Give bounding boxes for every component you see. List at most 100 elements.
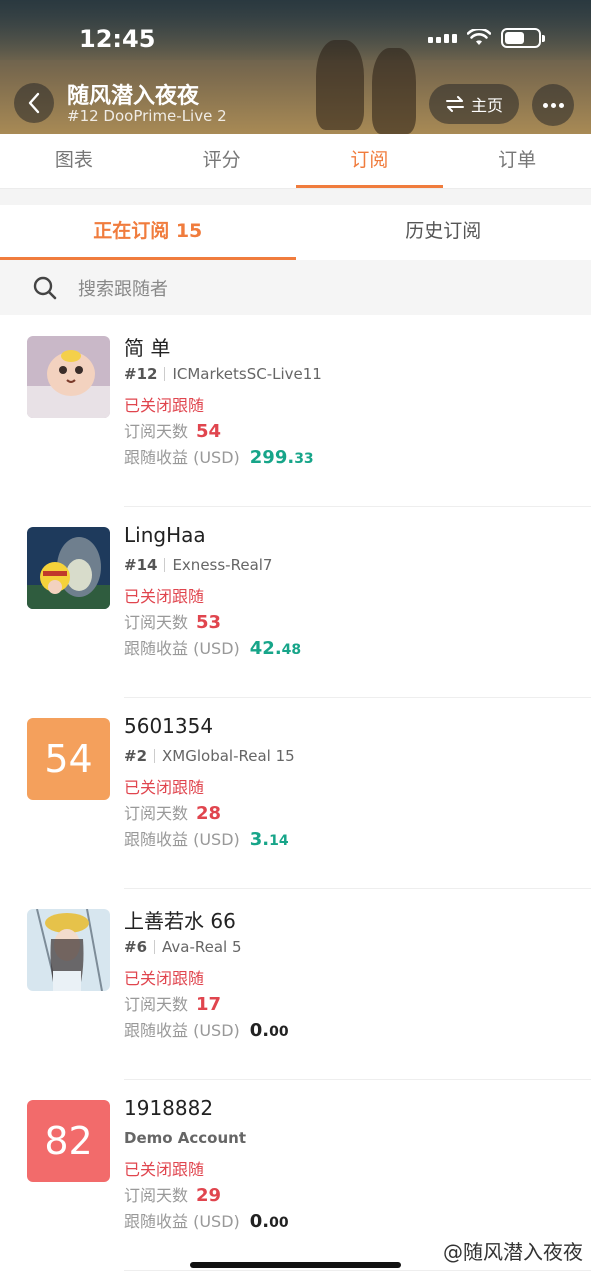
profit-value: 0.00	[249, 1020, 289, 1041]
follower-broker: Ava-Real 5	[162, 938, 242, 956]
page-subtitle: #12 DooPrime-Live 2	[67, 107, 227, 125]
section-divider	[0, 189, 591, 205]
back-button[interactable]	[14, 83, 54, 123]
list-item[interactable]: 54 5601354 #2 XMGlobal-Real 15 已关闭跟随 订阅天…	[0, 698, 591, 889]
battery-icon	[501, 28, 545, 48]
sub-tabs: 正在订阅 15 历史订阅	[0, 205, 591, 260]
search-input[interactable]: 搜索跟随者	[0, 260, 591, 315]
profit-label: 跟随收益 (USD)	[124, 448, 240, 467]
tab-orders[interactable]: 订单	[443, 134, 591, 188]
wifi-icon	[467, 29, 491, 45]
follower-broker: XMGlobal-Real 15	[162, 747, 295, 765]
follower-account: #12 ICMarketsSC-Live11	[124, 365, 322, 383]
follow-profit-row: 跟随收益 (USD) 299.33	[124, 444, 314, 468]
separator	[164, 558, 166, 572]
avatar-text: 54	[44, 737, 93, 781]
follower-rank: #14	[124, 556, 158, 574]
avatar	[27, 336, 110, 418]
subscription-days-row: 订阅天数 29	[124, 1182, 221, 1206]
profit-label: 跟随收益 (USD)	[124, 1021, 240, 1040]
days-value: 53	[196, 612, 222, 633]
watermark: @随风潜入夜夜	[443, 1240, 583, 1264]
follow-profit-row: 跟随收益 (USD) 3.14	[124, 826, 289, 850]
separator	[154, 940, 156, 954]
follower-rank: #12	[124, 365, 158, 383]
profit-label: 跟随收益 (USD)	[124, 639, 240, 658]
more-dot	[550, 102, 556, 108]
profit-value: 3.14	[249, 829, 289, 850]
profit-value: 299.33	[249, 447, 314, 468]
list-item[interactable]: 简 单 #12 ICMarketsSC-Live11 已关闭跟随 订阅天数 54…	[0, 316, 591, 507]
header-background-figure	[316, 40, 364, 130]
list-item[interactable]: 上善若水 66 #6 Ava-Real 5 已关闭跟随 订阅天数 17 跟随收益…	[0, 889, 591, 1080]
separator	[164, 367, 166, 381]
list-item[interactable]: LingHaa #14 Exness-Real7 已关闭跟随 订阅天数 53 跟…	[0, 507, 591, 698]
tab-chart[interactable]: 图表	[0, 134, 148, 188]
follower-account: Demo Account	[124, 1129, 246, 1147]
avatar: 82	[27, 1100, 110, 1182]
swap-icon	[445, 96, 464, 112]
days-value: 17	[196, 994, 222, 1015]
status-time: 12:45	[79, 25, 156, 53]
days-label: 订阅天数	[124, 1186, 189, 1205]
avatar	[27, 527, 110, 609]
follow-status: 已关闭跟随	[124, 587, 205, 606]
follow-status: 已关闭跟随	[124, 396, 205, 415]
tab-subscriptions[interactable]: 订阅	[295, 134, 444, 188]
home-button[interactable]: 主页	[429, 84, 519, 124]
more-button[interactable]	[532, 84, 574, 126]
days-label: 订阅天数	[124, 995, 189, 1014]
separator	[154, 749, 156, 763]
follower-name: 1918882	[124, 1096, 214, 1120]
tab-current-subscriptions[interactable]: 正在订阅 15	[0, 205, 296, 260]
profit-label: 跟随收益 (USD)	[124, 830, 240, 849]
subscription-days-row: 订阅天数 28	[124, 800, 221, 824]
subscription-days-row: 订阅天数 54	[124, 418, 221, 442]
more-dot	[558, 102, 564, 108]
header-background-figure	[372, 48, 416, 134]
follow-profit-row: 跟随收益 (USD) 42.48	[124, 635, 301, 659]
home-indicator[interactable]	[190, 1262, 401, 1268]
profit-value: 0.00	[249, 1211, 289, 1232]
profit-label: 跟随收益 (USD)	[124, 1212, 240, 1231]
follower-name: 5601354	[124, 714, 214, 738]
days-label: 订阅天数	[124, 804, 189, 823]
avatar-text: 82	[44, 1119, 93, 1163]
follower-name: LingHaa	[124, 523, 206, 547]
profit-value: 42.48	[249, 638, 302, 659]
days-label: 订阅天数	[124, 613, 189, 632]
follower-rank: #6	[124, 938, 148, 956]
follower-account: #6 Ava-Real 5	[124, 938, 242, 956]
days-value: 29	[196, 1185, 222, 1206]
follow-profit-row: 跟随收益 (USD) 0.00	[124, 1017, 289, 1041]
tab-rating[interactable]: 评分	[148, 134, 296, 188]
days-value: 54	[196, 421, 222, 442]
follower-name: 简 单	[124, 336, 171, 360]
search-icon	[33, 276, 57, 299]
home-button-label: 主页	[470, 96, 503, 115]
follower-account: #2 XMGlobal-Real 15	[124, 747, 295, 765]
tab-history-subscriptions[interactable]: 历史订阅	[296, 205, 591, 260]
more-dot	[542, 102, 548, 108]
follow-status: 已关闭跟随	[124, 778, 205, 797]
follower-name: 上善若水 66	[124, 909, 236, 933]
signal-icon	[428, 33, 457, 43]
search-placeholder: 搜索跟随者	[78, 278, 168, 300]
subscription-days-row: 订阅天数 17	[124, 991, 221, 1015]
subscription-days-row: 订阅天数 53	[124, 609, 221, 633]
demo-account-label: Demo Account	[124, 1129, 247, 1147]
days-value: 28	[196, 803, 222, 824]
chevron-left-icon	[28, 92, 40, 114]
follower-list: 简 单 #12 ICMarketsSC-Live11 已关闭跟随 订阅天数 54…	[0, 316, 591, 1271]
profile-header: 12:45 随风潜入夜夜 #12 DooPrime-Live 2 主页	[0, 0, 591, 134]
follower-rank: #2	[124, 747, 148, 765]
follow-status: 已关闭跟随	[124, 969, 205, 988]
avatar	[27, 909, 110, 991]
follow-status: 已关闭跟随	[124, 1160, 205, 1179]
follower-broker: Exness-Real7	[172, 556, 273, 574]
follower-account: #14 Exness-Real7	[124, 556, 272, 574]
page-title: 随风潜入夜夜	[67, 84, 200, 109]
follower-broker: ICMarketsSC-Live11	[172, 365, 322, 383]
status-icons	[428, 28, 545, 48]
days-label: 订阅天数	[124, 422, 189, 441]
